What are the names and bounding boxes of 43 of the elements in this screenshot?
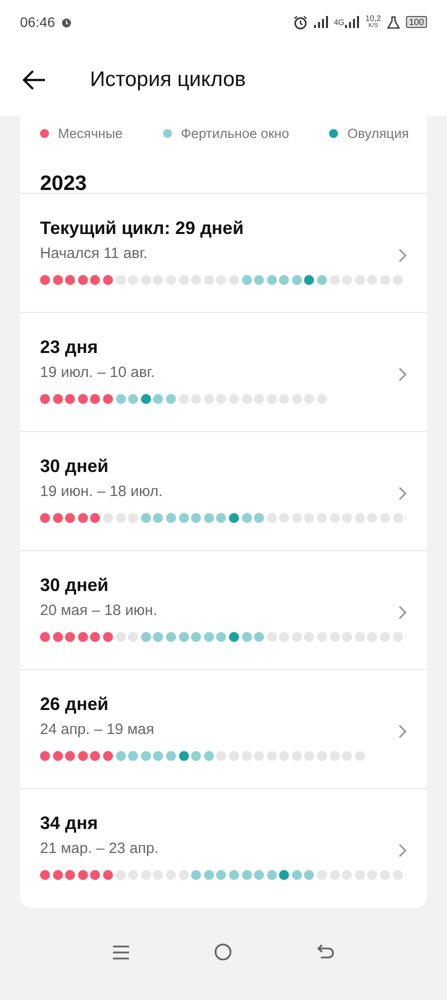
cycle-dates: Начался 11 авг. (40, 245, 148, 262)
cycle-dates: 20 мая – 18 июн. (40, 602, 158, 619)
alarm-clock-icon (292, 14, 308, 30)
chevron-right-icon (398, 366, 407, 382)
year-heading: 2023 (20, 144, 427, 194)
chevron-right-icon (398, 248, 407, 262)
page-title: История циклов (90, 68, 246, 92)
status-time: 06:46 (20, 14, 56, 30)
back-button[interactable] (20, 68, 48, 92)
cycle-title: Текущий цикл: 29 дней (40, 218, 245, 239)
cycle-item[interactable]: 30 дней 19 июн. – 18 июл. (20, 432, 427, 551)
chevron-right-icon (398, 724, 407, 738)
cycle-title: 30 дней (40, 456, 110, 477)
return-arrow-icon (316, 944, 335, 960)
legend-label: Месячные (58, 126, 123, 140)
signal-icon (345, 16, 360, 28)
chevron-right-icon (398, 486, 407, 500)
cycle-title: 23 дня (40, 337, 99, 358)
cycle-dates: 19 июл. – 10 авг. (40, 364, 156, 381)
signal-icon (314, 16, 328, 28)
cycle-item[interactable]: 34 дня 21 мар. – 23 апр. (20, 789, 427, 908)
flask-icon (386, 16, 400, 28)
legend-label: Овуляция (347, 126, 409, 140)
cycle-title: 34 дня (40, 813, 99, 834)
battery-indicator: 100 (406, 16, 427, 28)
chevron-right-icon (398, 843, 407, 858)
chevron-right-icon (398, 604, 407, 620)
home-circle-icon (214, 943, 232, 961)
cycle-dates: 19 июн. – 18 июл. (40, 483, 164, 500)
cycle-item[interactable]: 30 дней 20 мая – 18 июн. (20, 551, 427, 670)
cycle-item[interactable]: Текущий цикл: 29 дней Начался 11 авг. (20, 194, 427, 313)
cycle-title: 26 дней (40, 694, 110, 715)
cycle-item[interactable]: 26 дней 24 апр. – 19 мая (20, 670, 427, 789)
speed-value: 10,2 (365, 14, 381, 22)
cycle-dates: 21 мар. – 23 апр. (40, 840, 160, 857)
legend-label: Фертильное окно (180, 126, 290, 140)
cycle-dates: 24 апр. – 19 мая (40, 721, 156, 738)
menu-icon (112, 944, 130, 960)
cycle-title: 30 дней (40, 575, 110, 596)
alarm-icon (61, 16, 72, 28)
network-label: 4G (334, 18, 344, 26)
back-arrow-icon (22, 70, 46, 90)
cycle-item[interactable]: 23 дня 19 июл. – 10 авг. (20, 313, 427, 432)
